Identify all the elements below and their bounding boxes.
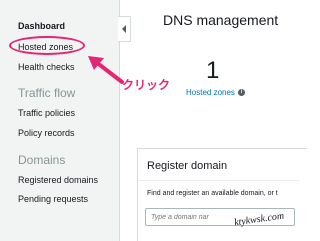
sidebar-item-dashboard[interactable]: Dashboard xyxy=(18,21,65,31)
hosted-zones-count: 1 xyxy=(206,57,220,84)
sidebar-heading-traffic-flow: Traffic flow xyxy=(18,86,76,100)
sidebar-item-registered-domains[interactable]: Registered domains xyxy=(18,175,98,185)
sidebar-heading-domains: Domains xyxy=(18,153,66,167)
info-icon[interactable]: i xyxy=(237,89,245,96)
panel-divider xyxy=(138,180,300,181)
sidebar-item-policy-records[interactable]: Policy records xyxy=(18,128,75,138)
annotation-arrow xyxy=(88,56,124,84)
page-title: DNS management xyxy=(163,12,279,28)
highlight-ellipse xyxy=(9,36,85,55)
annotation-label: クリック xyxy=(122,78,171,92)
register-domain-description: Find and register an available domain, o… xyxy=(147,190,278,197)
sidebar-item-pending-requests[interactable]: Pending requests xyxy=(18,194,88,204)
hosted-zones-link[interactable]: Hosted zones xyxy=(186,88,235,97)
sidebar-collapse-button[interactable] xyxy=(118,16,131,42)
register-domain-title: Register domain xyxy=(147,160,228,172)
sidebar-item-traffic-policies[interactable]: Traffic policies xyxy=(18,108,75,118)
hosted-zones-link-wrap: Hosted zones i xyxy=(186,88,245,97)
caret-left-icon xyxy=(122,25,126,33)
sidebar-item-health-checks[interactable]: Health checks xyxy=(18,62,75,72)
